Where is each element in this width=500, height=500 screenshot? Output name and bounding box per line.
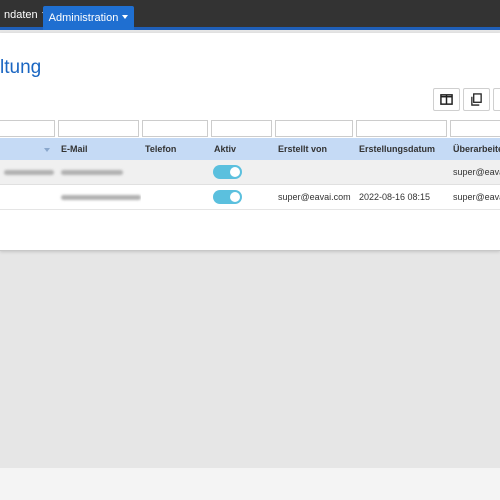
cell-telefon	[141, 185, 210, 210]
filter-input-ueberarbeitet[interactable]	[450, 120, 500, 137]
nav-administration-dropdown[interactable]: Administration	[43, 6, 134, 30]
cell-erstellt-von: super@eavai.com	[278, 192, 351, 202]
redacted-text	[61, 170, 123, 176]
cell-name	[0, 185, 57, 210]
column-header-name[interactable]	[0, 138, 57, 160]
column-header-erstellungsdatum[interactable]: Erstellungsdatum	[355, 138, 449, 160]
chevron-down-icon	[122, 15, 129, 20]
column-header-erstellt-von[interactable]: Erstellt von	[274, 138, 355, 160]
cell-telefon	[141, 160, 210, 185]
copy-icon	[471, 93, 482, 106]
table-toolbar	[433, 88, 500, 111]
content-panel: ltung E-Mail Telefon Aktiv Erstellt von …	[0, 33, 500, 251]
column-header-ueberarbeitet[interactable]: Überarbeite	[449, 138, 500, 160]
redacted-text	[61, 195, 141, 201]
column-header-aktiv[interactable]: Aktiv	[210, 138, 274, 160]
cell-erstellt-von	[274, 160, 355, 185]
filter-input-aktiv[interactable]	[211, 120, 272, 137]
cell-email-redacted	[57, 160, 141, 185]
export-button[interactable]	[493, 88, 500, 111]
aktiv-toggle[interactable]	[213, 190, 242, 204]
table-row[interactable]: super@eavai	[0, 160, 500, 185]
cell-email-redacted	[57, 185, 141, 210]
columns-button[interactable]	[433, 88, 460, 111]
table-header-row: E-Mail Telefon Aktiv Erstellt von Erstel…	[0, 138, 500, 160]
nav-administration-label: Administration	[48, 12, 119, 24]
cell-ueberarbeitet: super@eavai	[453, 167, 500, 177]
filter-row	[0, 120, 500, 138]
page-title: ltung	[0, 57, 42, 78]
redacted-text	[4, 170, 54, 176]
cell-erstellungsdatum	[355, 160, 449, 185]
columns-icon	[440, 94, 453, 105]
aktiv-toggle[interactable]	[213, 165, 242, 179]
nav-stammdaten-label: ndaten	[4, 9, 38, 21]
sort-icon	[44, 148, 50, 152]
column-header-telefon[interactable]: Telefon	[141, 138, 210, 160]
filter-input-erstellungsdatum[interactable]	[356, 120, 447, 137]
toggle-knob	[230, 167, 240, 177]
table-row[interactable]: super@eavai.com 2022-08-16 08:15 super@e…	[0, 185, 500, 210]
cell-name-redacted	[0, 160, 57, 185]
cell-ueberarbeitet: super@eavai	[453, 192, 500, 202]
column-header-email[interactable]: E-Mail	[57, 138, 141, 160]
cell-erstellungsdatum: 2022-08-16 08:15	[359, 192, 431, 202]
copy-button[interactable]	[463, 88, 490, 111]
filter-input-erstellt-von[interactable]	[275, 120, 353, 137]
footer-area	[0, 468, 500, 500]
filter-input-telefon[interactable]	[142, 120, 208, 137]
filter-input-email[interactable]	[58, 120, 139, 137]
toggle-knob	[230, 192, 240, 202]
filter-input-name[interactable]	[0, 120, 55, 137]
top-navbar: ndaten Administration	[0, 0, 500, 30]
